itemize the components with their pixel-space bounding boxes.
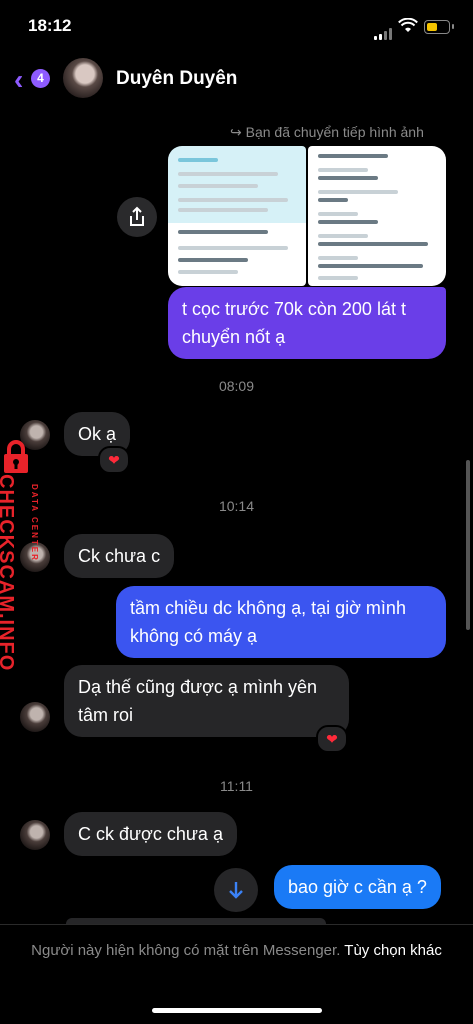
incoming-message[interactable]: Ck chưa c xyxy=(64,534,175,578)
unread-count-badge: 4 xyxy=(31,69,50,88)
footer-notice: Người này hiện không có mặt trên Messeng… xyxy=(30,940,443,961)
back-chevron-icon[interactable]: ‹ xyxy=(14,64,23,96)
watermark-text: CHECKSCAM.INFO xyxy=(0,474,17,672)
lock-icon xyxy=(4,440,28,473)
contact-avatar[interactable] xyxy=(63,58,103,98)
forwarded-image-1[interactable] xyxy=(168,146,306,286)
forwarded-image-2[interactable] xyxy=(308,146,446,286)
share-icon xyxy=(130,206,144,226)
outgoing-message[interactable]: tầm chiều dc không ạ, tại giờ mình không… xyxy=(116,586,446,658)
heart-icon[interactable]: ❤ xyxy=(316,725,348,753)
arrow-down-icon xyxy=(229,882,243,899)
signal-icon xyxy=(374,22,394,40)
incoming-message[interactable]: C ck được chưa ạ xyxy=(64,812,237,856)
timestamp: 08:09 xyxy=(218,378,255,394)
incoming-message[interactable]: Dạ thế cũng được ạ mình yên tâm roi xyxy=(64,665,349,737)
home-indicator xyxy=(152,1008,322,1013)
outgoing-message[interactable]: t cọc trước 70k còn 200 lát t chuyển nốt… xyxy=(168,287,446,359)
wifi-icon xyxy=(398,17,418,39)
battery-icon xyxy=(424,20,454,34)
unavailable-notice: Người này hiện không có mặt trên Messeng… xyxy=(31,942,341,959)
heart-icon[interactable]: ❤ xyxy=(98,446,130,474)
contact-name[interactable]: Duyên Duyên xyxy=(116,68,237,90)
footer-divider xyxy=(0,924,473,925)
contact-avatar-small xyxy=(20,820,50,850)
outgoing-message[interactable]: bao giờ c cần ạ ? xyxy=(274,865,441,909)
timestamp: 10:14 xyxy=(218,498,255,514)
scroll-to-bottom-button[interactable] xyxy=(214,868,258,912)
status-time: 18:12 xyxy=(28,16,72,35)
watermark-subtext: DATA CENTER xyxy=(30,484,39,562)
forward-note: ↪ Bạn đã chuyển tiếp hình ảnh xyxy=(230,124,424,140)
contact-avatar-small xyxy=(20,702,50,732)
timestamp: 11:11 xyxy=(220,778,253,794)
share-button[interactable] xyxy=(117,197,157,237)
forward-icon: ↪ xyxy=(230,124,242,140)
more-options-link[interactable]: Tùy chọn khác xyxy=(344,942,442,959)
scrollbar[interactable] xyxy=(466,460,470,630)
